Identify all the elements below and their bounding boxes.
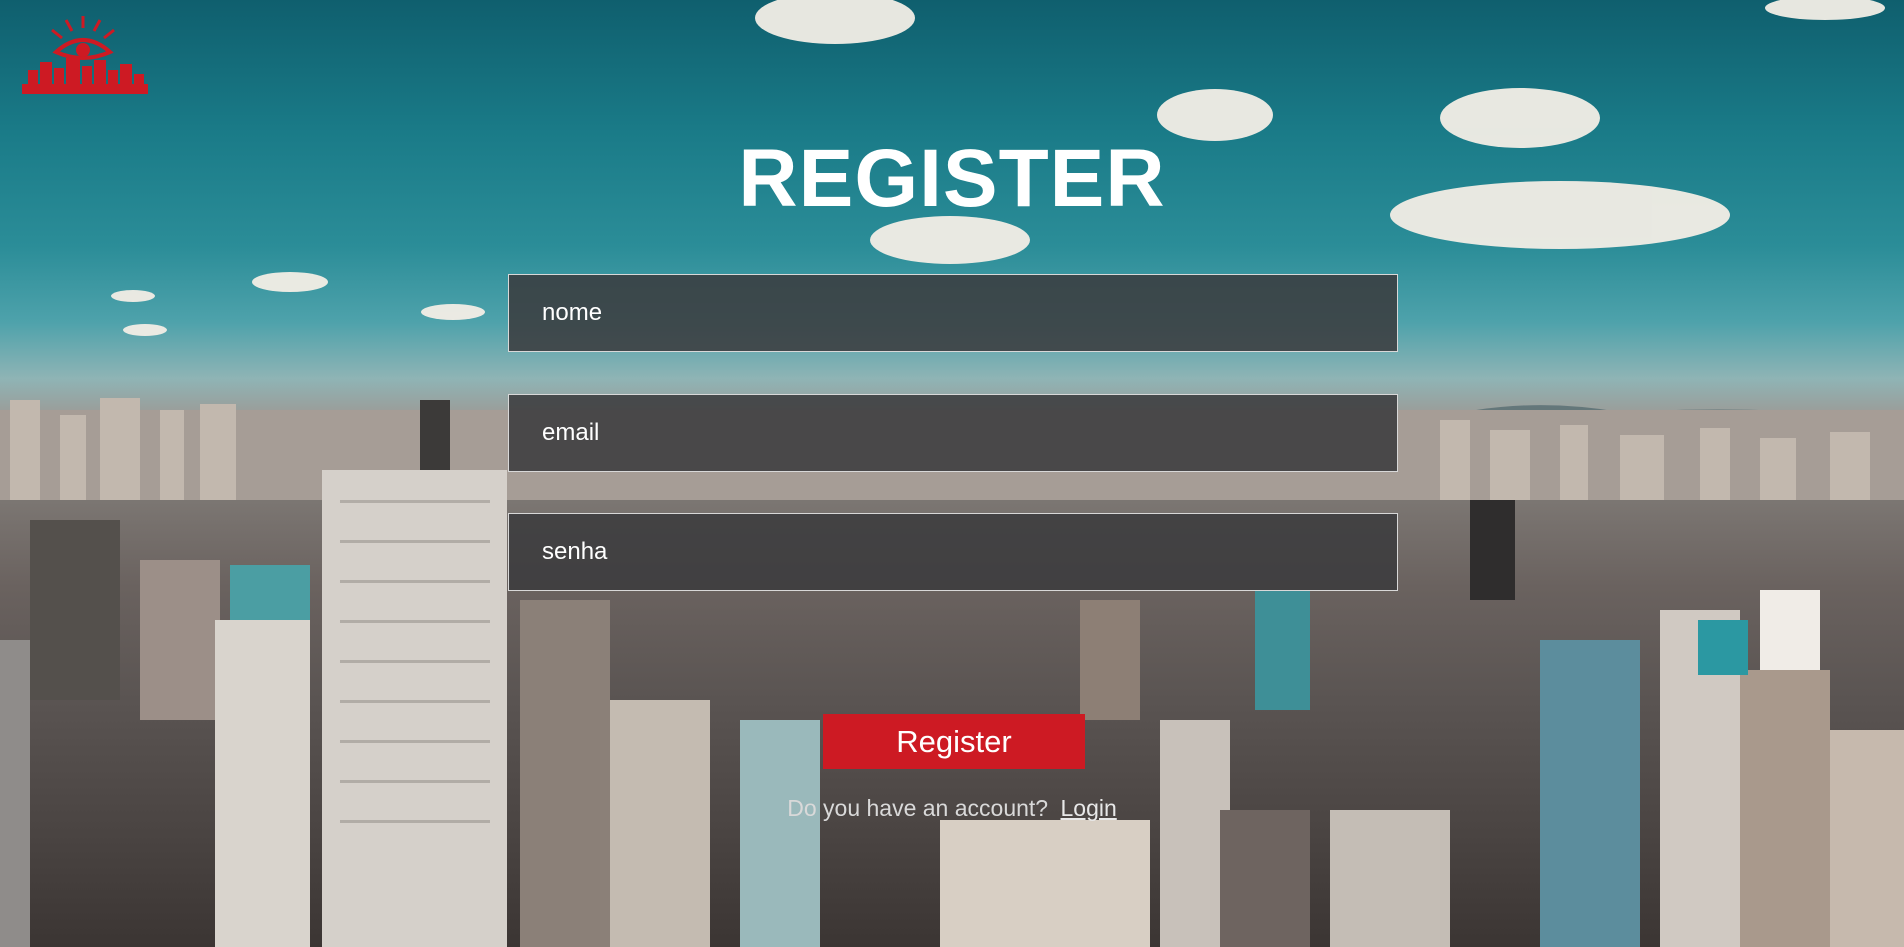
login-link[interactable]: Login	[1060, 795, 1116, 821]
email-input[interactable]	[508, 394, 1398, 472]
login-prompt: Do you have an account? Login	[0, 795, 1904, 822]
register-page: REGISTER Register Do you have an account…	[0, 0, 1904, 947]
page-title: REGISTER	[738, 133, 1166, 224]
register-button[interactable]: Register	[823, 714, 1085, 769]
eye-city-skyline-logo[interactable]	[20, 14, 150, 96]
account-question: Do you have an account?	[787, 795, 1049, 821]
name-input[interactable]	[508, 274, 1398, 352]
password-input[interactable]	[508, 513, 1398, 591]
